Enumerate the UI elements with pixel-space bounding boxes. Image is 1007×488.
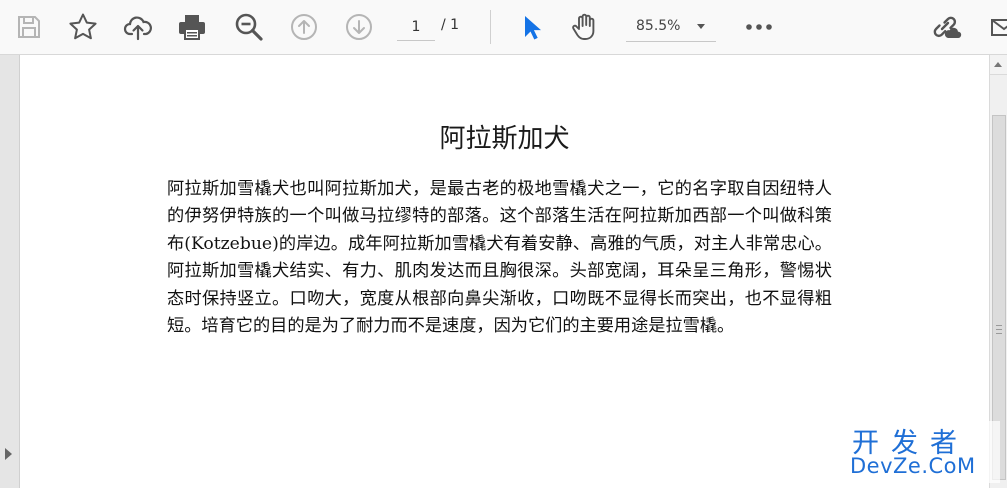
save-icon[interactable]: [11, 9, 47, 45]
navigation-pane-strip: [0, 55, 20, 488]
select-cursor-icon[interactable]: [513, 9, 549, 45]
grip-icon: [996, 325, 1002, 334]
watermark-line2: DevZe.CoM: [850, 454, 976, 478]
page-title: 阿拉斯加犬: [439, 124, 570, 154]
more-icon[interactable]: [741, 9, 777, 45]
watermark-logo: 开发者 DevZe.CoM: [848, 421, 1000, 483]
scroll-up-button[interactable]: [990, 55, 1007, 75]
zoom-select[interactable]: 85.5%: [626, 13, 716, 42]
toolbar-divider: [490, 10, 491, 44]
document-page: 阿拉斯加犬 阿拉斯加雪橇犬也叫阿拉斯加犬，是最古老的极地雪橇犬之一，它的名字取自…: [20, 55, 989, 488]
page-total: / 1: [441, 17, 460, 33]
star-icon[interactable]: [65, 9, 101, 45]
arrow-up-icon: [994, 62, 1002, 67]
cloud-upload-icon[interactable]: [120, 9, 156, 45]
print-icon[interactable]: [174, 9, 210, 45]
prev-page-icon[interactable]: [286, 9, 322, 45]
zoom-value: 85.5%: [636, 18, 681, 34]
expand-pane-arrow-icon[interactable]: [5, 448, 12, 460]
toolbar: / 1 85.5%: [0, 0, 1007, 55]
chevron-down-icon: [697, 24, 705, 29]
share-link-icon[interactable]: [928, 9, 964, 45]
zoom-out-icon[interactable]: [231, 9, 267, 45]
page-number-input[interactable]: [397, 13, 435, 41]
hand-tool-icon[interactable]: [567, 9, 603, 45]
next-page-icon[interactable]: [341, 9, 377, 45]
document-body: 阿拉斯加雪橇犬也叫阿拉斯加犬，是最古老的极地雪橇犬之一，它的名字取自因纽特人的伊…: [167, 179, 832, 337]
email-icon[interactable]: [983, 9, 1007, 45]
